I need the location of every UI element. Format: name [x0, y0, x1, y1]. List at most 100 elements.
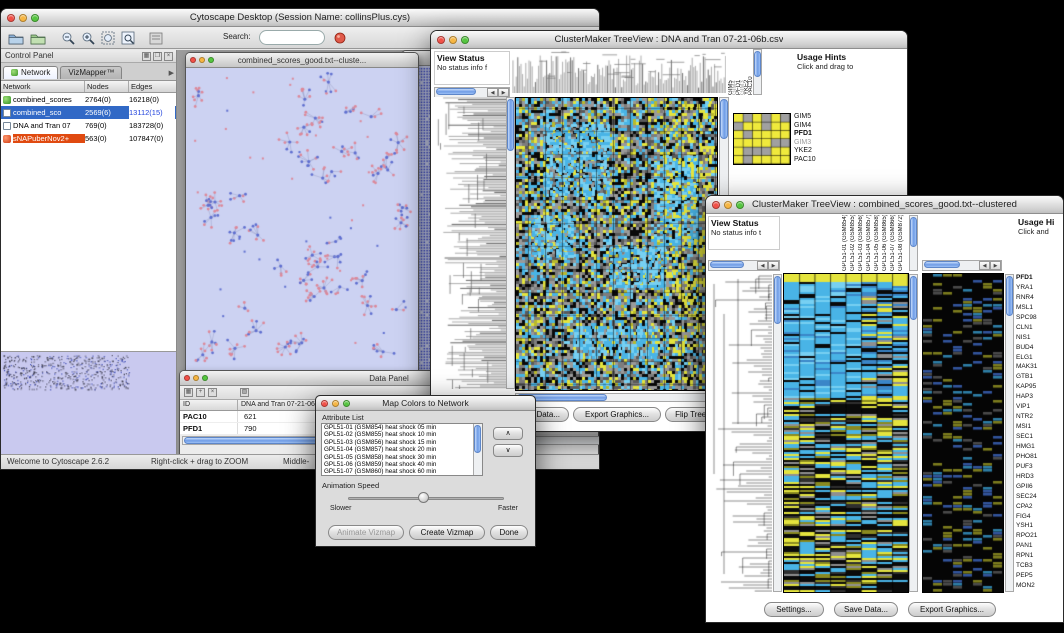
close-icon[interactable]	[712, 201, 720, 209]
scroll-left-icon[interactable]	[979, 261, 990, 270]
open-session-icon[interactable]	[7, 30, 25, 46]
export-graphics-button[interactable]: Export Graphics...	[573, 407, 661, 422]
close-icon[interactable]	[321, 400, 328, 407]
zoom-icon[interactable]	[343, 400, 350, 407]
list-vscroll[interactable]	[473, 424, 482, 475]
move-up-button[interactable]: ∧	[493, 427, 523, 440]
attribute-list-item[interactable]: GPL51-02 (GSM855) heat shock 10 min	[322, 431, 482, 438]
network-row[interactable]: DNA and Tran 07769(0)183728(0)	[1, 119, 176, 132]
attribute-list[interactable]: GPL51-01 (GSM854) heat shock 05 minGPL51…	[321, 423, 483, 476]
close-icon[interactable]	[437, 36, 445, 44]
done-button[interactable]: Done	[490, 525, 528, 540]
window-controls[interactable]	[7, 14, 39, 22]
network-row[interactable]: sNAPuberNov2+563(0)107847(0)	[1, 132, 176, 145]
genes-vscroll[interactable]	[1005, 274, 1014, 592]
scroll-thumb[interactable]	[720, 99, 728, 139]
attribute-matrix-icon[interactable]: ▧	[240, 388, 249, 397]
scroll-thumb[interactable]	[474, 425, 481, 453]
speed-slider-thumb[interactable]	[418, 492, 429, 503]
scroll-thumb[interactable]	[910, 217, 917, 247]
scroll-thumb[interactable]	[910, 276, 917, 320]
plugin-icon[interactable]	[331, 30, 349, 46]
cytoscape-titlebar[interactable]: Cytoscape Desktop (Session Name: collins…	[1, 9, 599, 27]
scroll-thumb[interactable]	[710, 261, 744, 268]
network-graph-canvas[interactable]	[186, 68, 418, 373]
create-vizmap-button[interactable]: Create Vizmap	[409, 525, 485, 540]
close-icon[interactable]	[7, 14, 15, 22]
scroll-thumb[interactable]	[924, 261, 960, 268]
network-row[interactable]: combined_scores2764(0)16218(0)	[1, 93, 176, 106]
close-icon[interactable]	[190, 57, 196, 63]
move-down-button[interactable]: ∨	[493, 444, 523, 457]
delete-attribute-icon[interactable]: ×	[208, 388, 217, 397]
minimize-icon[interactable]	[332, 400, 339, 407]
heatmap-vscroll[interactable]	[909, 274, 918, 592]
annotation-icon[interactable]	[147, 30, 165, 46]
export-graphics-button[interactable]: Export Graphics...	[908, 602, 996, 617]
treeview-dna-titlebar[interactable]: ClusterMaker TreeView : DNA and Tran 07-…	[431, 31, 907, 49]
float-icon[interactable]: ❐	[153, 52, 162, 61]
scroll-right-icon[interactable]	[498, 88, 509, 97]
create-attribute-icon[interactable]: +	[196, 388, 205, 397]
tree-vscroll[interactable]	[506, 97, 515, 389]
col-edges[interactable]: Edges	[129, 81, 175, 92]
column-dendrogram[interactable]	[512, 49, 726, 93]
heatmap-view[interactable]	[783, 273, 909, 593]
tree-hscroll[interactable]	[708, 260, 780, 271]
minimize-icon[interactable]	[449, 36, 457, 44]
attribute-list-item[interactable]: GPL51-04 (GSM857) heat shock 20 min	[322, 446, 482, 453]
settings-button[interactable]: Settings...	[764, 602, 824, 617]
attribute-list-item[interactable]: GPL51-01 (GSM854) heat shock 05 min	[322, 424, 482, 431]
secondary-hscroll[interactable]	[922, 260, 1002, 271]
network-frame-titlebar[interactable]: combined_scores_good.txt--cluste...	[186, 53, 418, 68]
scroll-thumb[interactable]	[774, 276, 781, 324]
zoom-out-icon[interactable]	[59, 30, 77, 46]
zoom-icon[interactable]	[736, 201, 744, 209]
zoom-in-icon[interactable]	[79, 30, 97, 46]
attribute-list-item[interactable]: GPL51-06 (GSM859) heat shock 40 min	[322, 461, 482, 468]
attribute-list-item[interactable]: GPL51-07 (GSM860) heat shock 60 min	[322, 468, 482, 475]
attribute-list-item[interactable]: GPL51-03 (GSM856) heat shock 15 min	[322, 439, 482, 446]
network-overview-thumbnail[interactable]	[1, 351, 176, 454]
search-input[interactable]	[259, 30, 325, 45]
network-row[interactable]: combined_sco2569(6)13112(15)	[1, 106, 176, 119]
minimize-icon[interactable]	[724, 201, 732, 209]
dialog-titlebar[interactable]: Map Colors to Network	[316, 396, 535, 411]
tree-vscroll[interactable]	[773, 274, 782, 592]
zoom-icon[interactable]	[202, 375, 208, 381]
labels-vscroll[interactable]	[909, 215, 918, 271]
tab-overflow-icon[interactable]: ▶	[169, 69, 174, 77]
close-panel-icon[interactable]: ×	[164, 52, 173, 61]
data-col-id[interactable]: ID	[180, 400, 238, 410]
minimize-icon[interactable]	[199, 57, 205, 63]
scroll-right-icon[interactable]	[768, 261, 779, 270]
col-nodes[interactable]: Nodes	[85, 81, 129, 92]
tab-network[interactable]: Network	[3, 66, 58, 79]
select-attributes-icon[interactable]: ▦	[184, 388, 193, 397]
close-icon[interactable]	[184, 375, 190, 381]
scroll-right-icon[interactable]	[990, 261, 1001, 270]
scroll-left-icon[interactable]	[487, 88, 498, 97]
scroll-thumb[interactable]	[754, 51, 761, 77]
scroll-left-icon[interactable]	[757, 261, 768, 270]
row-dendrogram[interactable]	[434, 97, 506, 389]
zoom-icon[interactable]	[208, 57, 214, 63]
col-network[interactable]: Network	[1, 81, 85, 92]
minimize-icon[interactable]	[193, 375, 199, 381]
treeview-combined-window[interactable]: ClusterMaker TreeView : combined_scores_…	[705, 195, 1064, 623]
scroll-thumb[interactable]	[1006, 276, 1013, 316]
import-network-icon[interactable]	[29, 30, 47, 46]
labels-vscroll[interactable]	[753, 49, 762, 95]
correlation-matrix[interactable]	[733, 113, 791, 165]
zoom-selected-icon[interactable]	[119, 30, 137, 46]
treeview-combined-titlebar[interactable]: ClusterMaker TreeView : combined_scores_…	[706, 196, 1063, 214]
zoom-fit-icon[interactable]	[99, 30, 117, 46]
dock-icon[interactable]: ▦	[142, 52, 151, 61]
secondary-heatmap[interactable]	[922, 273, 1004, 593]
zoom-icon[interactable]	[461, 36, 469, 44]
heatmap-hscroll[interactable]	[515, 393, 718, 402]
scroll-thumb[interactable]	[507, 99, 514, 151]
tab-vizmapper[interactable]: VizMapper™	[60, 66, 122, 79]
scroll-thumb[interactable]	[436, 88, 476, 95]
map-colors-dialog[interactable]: Map Colors to Network Attribute List GPL…	[315, 395, 536, 547]
